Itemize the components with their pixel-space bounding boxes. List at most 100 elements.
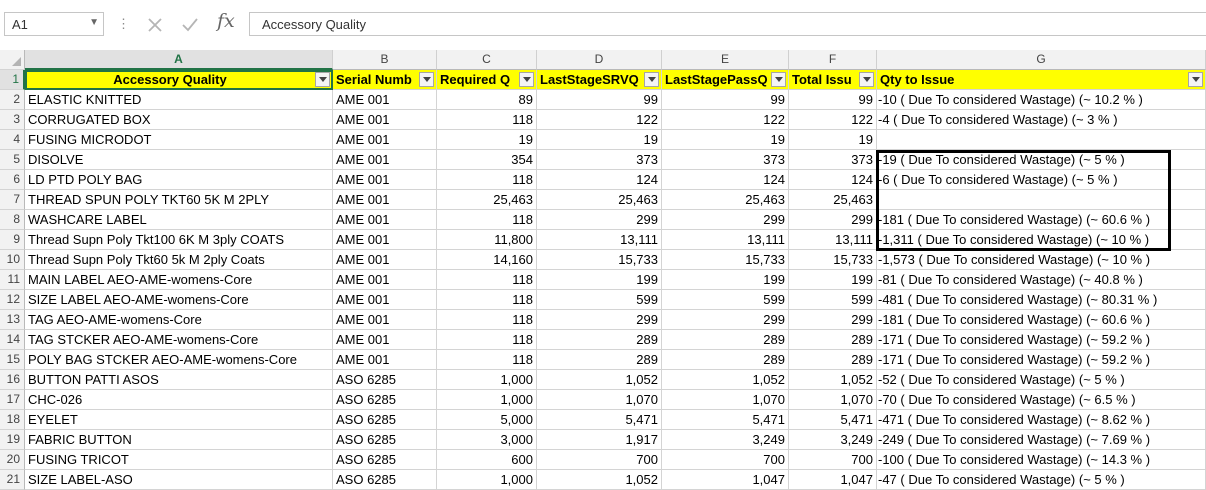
fx-icon[interactable]: fx [217,10,235,32]
cell-qty-to-issue[interactable]: -249 ( Due To considered Wastage) (~ 7.6… [877,430,1206,450]
cell-accessory-quality[interactable]: SIZE LABEL-ASO [25,470,333,490]
cell-total-issue[interactable]: 99 [789,90,877,110]
cell-last-stage-srvq[interactable]: 289 [537,350,662,370]
cell-last-stage-pass-qty[interactable]: 373 [662,150,789,170]
cell-serial-number[interactable]: ASO 6285 [333,450,437,470]
cell-serial-number[interactable]: AME 001 [333,310,437,330]
cell-last-stage-pass-qty[interactable]: 1,070 [662,390,789,410]
cell-accessory-quality[interactable]: DISOLVE [25,150,333,170]
cell-required-qty[interactable]: 1,000 [437,470,537,490]
cell-total-issue[interactable]: 299 [789,210,877,230]
cell-accessory-quality[interactable]: BUTTON PATTI ASOS [25,370,333,390]
cell-last-stage-pass-qty[interactable]: 1,052 [662,370,789,390]
cell-qty-to-issue[interactable]: -181 ( Due To considered Wastage) (~ 60.… [877,210,1206,230]
cell-last-stage-pass-qty[interactable]: 122 [662,110,789,130]
cell-last-stage-srvq[interactable]: 289 [537,330,662,350]
filter-dropdown-icon[interactable] [1188,72,1203,87]
cell-accessory-quality[interactable]: FUSING TRICOT [25,450,333,470]
row-number[interactable]: 11 [0,270,25,290]
cell-required-qty[interactable]: 118 [437,110,537,130]
cell-serial-number[interactable]: AME 001 [333,210,437,230]
cell-accessory-quality[interactable]: Thread Supn Poly Tkt60 5k M 2ply Coats [25,250,333,270]
column-header-b[interactable]: B [333,50,437,70]
cell-qty-to-issue[interactable]: -81 ( Due To considered Wastage) (~ 40.8… [877,270,1206,290]
cell-serial-number[interactable]: AME 001 [333,250,437,270]
cell-last-stage-pass-qty[interactable]: 19 [662,130,789,150]
cell-serial-number[interactable]: AME 001 [333,230,437,250]
row-number[interactable]: 21 [0,470,25,490]
cell-required-qty[interactable]: 118 [437,270,537,290]
cell-required-qty[interactable]: 118 [437,170,537,190]
row-number[interactable]: 19 [0,430,25,450]
cell-required-qty[interactable]: 89 [437,90,537,110]
cell-required-qty[interactable]: 354 [437,150,537,170]
cell-last-stage-pass-qty[interactable]: 3,249 [662,430,789,450]
cell-accessory-quality[interactable]: MAIN LABEL AEO-AME-womens-Core [25,270,333,290]
cell-total-issue[interactable]: 1,052 [789,370,877,390]
cell-last-stage-srvq[interactable]: 122 [537,110,662,130]
cell-accessory-quality[interactable]: Thread Supn Poly Tkt100 6K M 3ply COATS [25,230,333,250]
cell-last-stage-srvq[interactable]: 299 [537,210,662,230]
cell-serial-number[interactable]: AME 001 [333,190,437,210]
row-number[interactable]: 10 [0,250,25,270]
cell-required-qty[interactable]: 5,000 [437,410,537,430]
cell-serial-number[interactable]: AME 001 [333,330,437,350]
cell-last-stage-pass-qty[interactable]: 299 [662,210,789,230]
header-cell-total-issue[interactable]: Total Issu [789,70,877,90]
row-number[interactable]: 18 [0,410,25,430]
header-cell-qty-to-issue[interactable]: Qty to Issue [877,70,1206,90]
cell-last-stage-srvq[interactable]: 25,463 [537,190,662,210]
header-cell-serial-number[interactable]: Serial Numb [333,70,437,90]
cell-qty-to-issue[interactable]: -471 ( Due To considered Wastage) (~ 8.6… [877,410,1206,430]
cell-last-stage-srvq[interactable]: 1,070 [537,390,662,410]
cell-total-issue[interactable]: 289 [789,350,877,370]
cell-last-stage-pass-qty[interactable]: 13,111 [662,230,789,250]
row-number[interactable]: 15 [0,350,25,370]
cell-qty-to-issue[interactable]: -4 ( Due To considered Wastage) (~ 3 % ) [877,110,1206,130]
cell-serial-number[interactable]: AME 001 [333,90,437,110]
cell-accessory-quality[interactable]: CHC-026 [25,390,333,410]
cell-total-issue[interactable]: 122 [789,110,877,130]
cell-required-qty[interactable]: 118 [437,290,537,310]
cell-total-issue[interactable]: 5,471 [789,410,877,430]
cell-total-issue[interactable]: 599 [789,290,877,310]
cell-last-stage-pass-qty[interactable]: 700 [662,450,789,470]
cell-total-issue[interactable]: 19 [789,130,877,150]
cell-serial-number[interactable]: ASO 6285 [333,470,437,490]
cell-total-issue[interactable]: 289 [789,330,877,350]
cell-required-qty[interactable]: 118 [437,310,537,330]
cell-total-issue[interactable]: 25,463 [789,190,877,210]
cell-accessory-quality[interactable]: EYELET [25,410,333,430]
chevron-down-icon[interactable]: ▼ [89,17,99,28]
header-cell-last-stage-pass-qty[interactable]: LastStagePassQ [662,70,789,90]
cell-qty-to-issue[interactable]: -47 ( Due To considered Wastage) (~ 5 % … [877,470,1206,490]
cell-last-stage-pass-qty[interactable]: 299 [662,310,789,330]
cell-accessory-quality[interactable]: WASHCARE LABEL [25,210,333,230]
row-number[interactable]: 8 [0,210,25,230]
row-number[interactable]: 12 [0,290,25,310]
column-header-c[interactable]: C [437,50,537,70]
cell-serial-number[interactable]: ASO 6285 [333,430,437,450]
cell-last-stage-pass-qty[interactable]: 1,047 [662,470,789,490]
cell-total-issue[interactable]: 1,047 [789,470,877,490]
cell-last-stage-srvq[interactable]: 299 [537,310,662,330]
row-number[interactable]: 16 [0,370,25,390]
cell-last-stage-srvq[interactable]: 373 [537,150,662,170]
row-number[interactable]: 13 [0,310,25,330]
cell-serial-number[interactable]: AME 001 [333,110,437,130]
filter-dropdown-icon[interactable] [519,72,534,87]
column-header-f[interactable]: F [789,50,877,70]
filter-dropdown-icon[interactable] [859,72,874,87]
cell-total-issue[interactable]: 13,111 [789,230,877,250]
cell-last-stage-srvq[interactable]: 124 [537,170,662,190]
row-number[interactable]: 17 [0,390,25,410]
cell-serial-number[interactable]: AME 001 [333,150,437,170]
cell-total-issue[interactable]: 15,733 [789,250,877,270]
cell-qty-to-issue[interactable]: -6 ( Due To considered Wastage) (~ 5 % ) [877,170,1206,190]
cell-accessory-quality[interactable]: TAG STCKER AEO-AME-womens-Core [25,330,333,350]
formula-input[interactable]: Accessory Quality [249,12,1206,36]
header-cell-accessory-quality[interactable]: Accessory Quality [25,70,333,90]
cell-qty-to-issue[interactable]: -52 ( Due To considered Wastage) (~ 5 % … [877,370,1206,390]
cell-required-qty[interactable]: 118 [437,210,537,230]
cell-required-qty[interactable]: 14,160 [437,250,537,270]
